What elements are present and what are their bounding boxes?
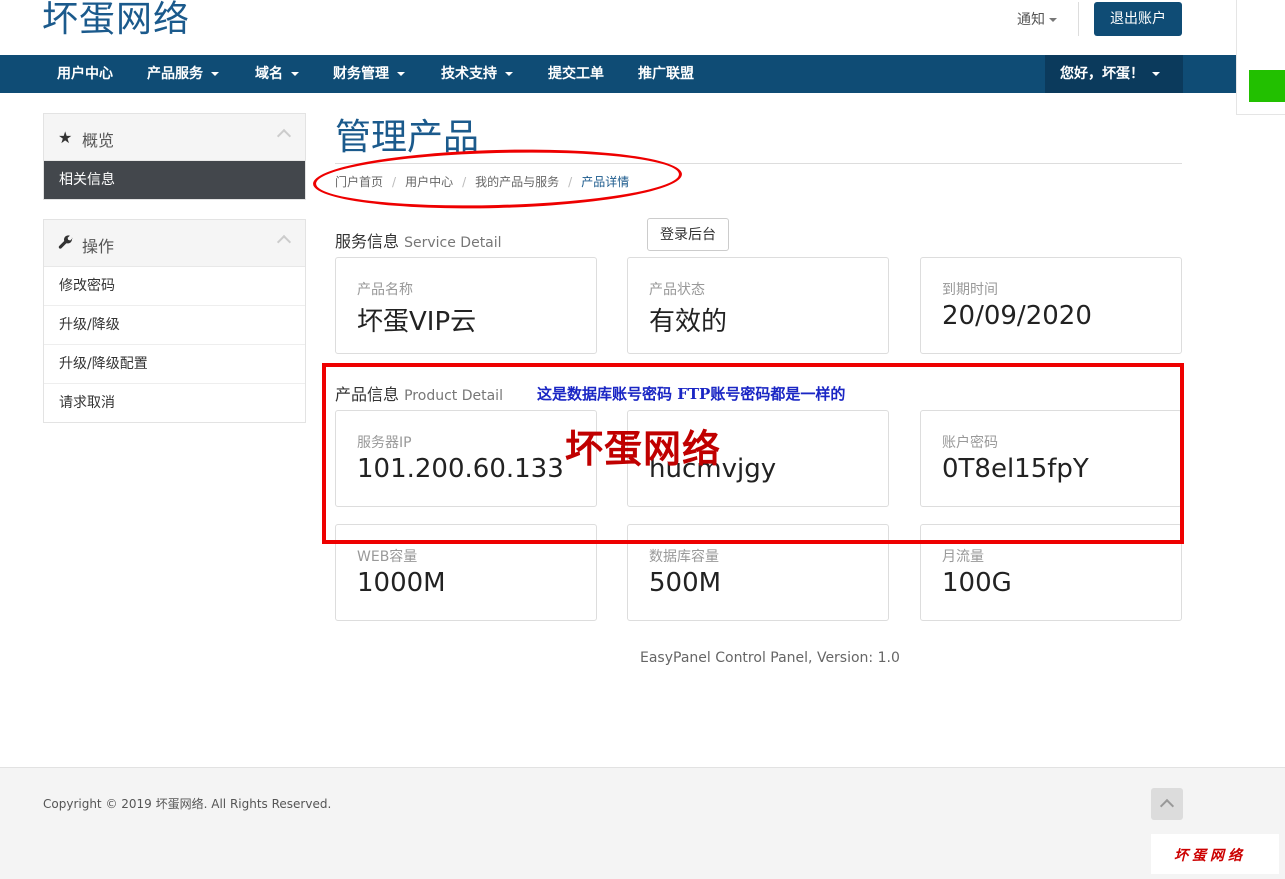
nav-label: 技术支持 xyxy=(441,66,497,82)
sidebar-actions-panel: 操作 修改密码 升级/降级 升级/降级配置 请求取消 xyxy=(43,219,306,423)
login-backend-button[interactable]: 登录后台 xyxy=(647,218,729,251)
actions-panel-header[interactable]: 操作 xyxy=(44,220,305,267)
caret-down-icon xyxy=(505,72,513,76)
nav-label: 财务管理 xyxy=(333,66,389,82)
copyright-text: Copyright © 2019 坏蛋网络. All Rights Reserv… xyxy=(43,797,332,811)
card-product-status: 产品状态 有效的 xyxy=(627,257,889,354)
site-logo[interactable]: 坏蛋网络 xyxy=(42,0,190,42)
card-label: 到期时间 xyxy=(942,282,998,298)
logout-button[interactable]: 退出账户 xyxy=(1094,2,1182,36)
card-product-name: 产品名称 坏蛋VIP云 xyxy=(335,257,597,354)
greeting-label: 您好，坏蛋！ xyxy=(1060,66,1144,82)
version-text: EasyPanel Control Panel, Version: 1.0 xyxy=(640,650,900,666)
sidebar-overview-panel: ★ 概览 相关信息 xyxy=(43,113,306,200)
card-label: 产品状态 xyxy=(649,282,705,298)
card-value: 20/09/2020 xyxy=(942,301,1092,331)
page-footer xyxy=(0,767,1285,879)
annotation-brand-overlay: 坏蛋网络 xyxy=(565,426,722,471)
user-greeting-dropdown[interactable]: 您好，坏蛋！ xyxy=(1045,55,1183,93)
card-value: 有效的 xyxy=(649,307,728,337)
nav-affiliates[interactable]: 推广联盟 xyxy=(638,55,694,93)
nav-products-services[interactable]: 产品服务 xyxy=(147,55,219,93)
actions-panel-title: 操作 xyxy=(82,237,115,256)
nav-label: 推广联盟 xyxy=(638,66,694,82)
card-value: 1000M xyxy=(357,568,446,598)
card-expiry-date: 到期时间 20/09/2020 xyxy=(920,257,1182,354)
nav-domains[interactable]: 域名 xyxy=(255,55,299,93)
card-label: WEB容量 xyxy=(357,549,418,565)
caret-down-icon xyxy=(1049,18,1057,22)
card-value: 500M xyxy=(649,568,722,598)
card-label: 数据库容量 xyxy=(649,549,719,565)
annotation-note: 这是数据库账号密码 FTP账号密码都是一样的 xyxy=(537,385,846,403)
service-section-title: 服务信息 Service Detail xyxy=(335,228,502,252)
nav-billing[interactable]: 财务管理 xyxy=(333,55,405,93)
nav-support[interactable]: 技术支持 xyxy=(441,55,513,93)
service-title-cn: 服务信息 xyxy=(335,232,400,251)
caret-down-icon xyxy=(397,72,405,76)
card-value: 坏蛋VIP云 xyxy=(357,307,477,337)
sidebar-item-related-info[interactable]: 相关信息 xyxy=(44,161,305,199)
floating-side-widget xyxy=(1236,0,1285,115)
notifications-label: 通知 xyxy=(1017,12,1045,28)
caret-down-icon xyxy=(1152,72,1160,76)
back-to-top-button[interactable] xyxy=(1151,788,1183,820)
caret-down-icon xyxy=(291,72,299,76)
notifications-dropdown[interactable]: 通知 xyxy=(1017,9,1057,29)
star-icon: ★ xyxy=(58,128,73,147)
overview-panel-title: 概览 xyxy=(82,131,115,150)
nav-label: 域名 xyxy=(255,66,283,82)
card-label: 产品名称 xyxy=(357,282,413,298)
nav-submit-ticket[interactable]: 提交工单 xyxy=(548,55,604,93)
watermark-text: 坏蛋网络 xyxy=(1174,848,1246,864)
chevron-up-icon[interactable] xyxy=(276,128,292,144)
service-title-en: Service Detail xyxy=(404,235,502,251)
sidebar-item-change-password[interactable]: 修改密码 xyxy=(44,267,305,305)
card-label: 月流量 xyxy=(942,549,984,565)
chevron-up-icon[interactable] xyxy=(276,234,292,250)
wrench-icon xyxy=(58,234,74,254)
sidebar-item-upgrade-downgrade[interactable]: 升级/降级 xyxy=(44,305,305,344)
nav-user-center[interactable]: 用户中心 xyxy=(57,55,113,93)
sidebar-item-upgrade-downgrade-config[interactable]: 升级/降级配置 xyxy=(44,344,305,383)
nav-label: 用户中心 xyxy=(57,66,113,82)
card-value: 100G xyxy=(942,568,1012,598)
nav-label: 提交工单 xyxy=(548,66,604,82)
nav-label: 产品服务 xyxy=(147,66,203,82)
chevron-up-icon xyxy=(1159,798,1175,814)
header-divider xyxy=(1078,2,1079,36)
sidebar-item-request-cancel[interactable]: 请求取消 xyxy=(44,383,305,422)
caret-down-icon xyxy=(211,72,219,76)
overview-panel-header[interactable]: ★ 概览 xyxy=(44,114,305,161)
green-widget-button[interactable] xyxy=(1249,70,1285,102)
